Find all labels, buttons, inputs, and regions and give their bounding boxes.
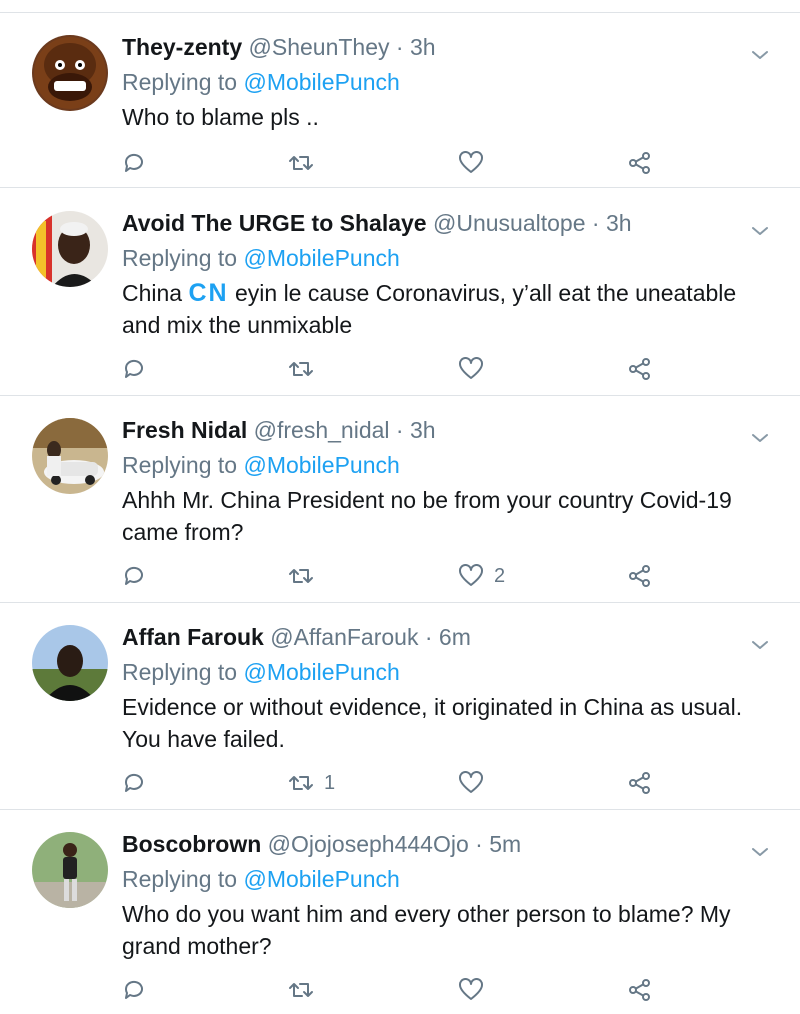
- share-icon: [629, 565, 650, 587]
- retweet-button[interactable]: 1: [288, 769, 335, 797]
- replying-to-label: Replying to: [122, 659, 238, 685]
- separator-dot: ·: [475, 831, 483, 857]
- mention-link[interactable]: @MobilePunch: [243, 245, 399, 271]
- reply-icon: [124, 980, 143, 999]
- like-button[interactable]: [458, 769, 494, 797]
- mention-link[interactable]: @MobilePunch: [243, 866, 399, 892]
- chevron-down-icon[interactable]: [750, 846, 770, 858]
- author-handle[interactable]: @Unusualtope: [433, 210, 586, 236]
- tweet[interactable]: Avoid The URGE to Shalaye @Unusualtope ·…: [0, 189, 800, 396]
- author-handle[interactable]: @fresh_nidal: [254, 417, 390, 443]
- replying-to-label: Replying to: [122, 452, 238, 478]
- reply-button[interactable]: [122, 355, 146, 383]
- retweet-button[interactable]: [288, 149, 324, 177]
- share-button[interactable]: [628, 562, 652, 590]
- replying-to: Replying to @MobilePunch: [122, 655, 760, 689]
- mention-link[interactable]: @MobilePunch: [243, 452, 399, 478]
- share-button[interactable]: [628, 149, 652, 177]
- tweet-text: Who do you want him and every other pers…: [122, 901, 731, 959]
- like-icon: [459, 771, 483, 793]
- share-icon: [629, 772, 650, 794]
- timestamp[interactable]: 3h: [410, 34, 436, 60]
- retweet-count: 1: [324, 771, 336, 794]
- timestamp[interactable]: 6m: [439, 624, 471, 650]
- tweet-text: Who to blame pls ..: [122, 104, 319, 130]
- replying-to: Replying to @MobilePunch: [122, 862, 760, 896]
- chevron-down-icon[interactable]: [750, 225, 770, 237]
- chevron-down-icon[interactable]: [750, 49, 770, 61]
- like-count: 2: [494, 564, 506, 587]
- replying-to-label: Replying to: [122, 866, 238, 892]
- share-icon: [629, 979, 650, 1001]
- retweet-button[interactable]: [288, 562, 324, 590]
- retweet-icon: [289, 776, 313, 790]
- share-button[interactable]: [628, 976, 652, 1004]
- avatar[interactable]: [32, 211, 108, 287]
- retweet-icon: [289, 569, 313, 583]
- avatar[interactable]: [32, 625, 108, 701]
- reply-button[interactable]: [122, 769, 146, 797]
- mention-link[interactable]: @MobilePunch: [243, 659, 399, 685]
- retweet-icon: [289, 156, 313, 170]
- replying-to: Replying to @MobilePunch: [122, 241, 760, 275]
- mention-link[interactable]: @MobilePunch: [243, 69, 399, 95]
- reply-icon: [124, 773, 143, 792]
- like-button[interactable]: [458, 355, 494, 383]
- timestamp[interactable]: 3h: [606, 210, 632, 236]
- reply-icon: [124, 153, 143, 172]
- tweet[interactable]: Affan Farouk @AffanFarouk · 6m Replying …: [0, 603, 800, 810]
- author-handle[interactable]: @SheunThey: [249, 34, 390, 60]
- chevron-down-icon[interactable]: [750, 639, 770, 651]
- separator-dot: ·: [395, 417, 404, 443]
- author-name[interactable]: Affan Farouk: [122, 624, 264, 650]
- like-icon: [459, 978, 483, 1000]
- author-name[interactable]: Fresh Nidal: [122, 417, 247, 443]
- like-icon: [459, 151, 483, 173]
- reply-button[interactable]: [122, 976, 146, 1004]
- retweet-button[interactable]: [288, 976, 324, 1004]
- cn-flag-emoji: CN: [188, 279, 229, 307]
- avatar[interactable]: [32, 832, 108, 908]
- replying-to-label: Replying to: [122, 245, 238, 271]
- avatar[interactable]: [32, 418, 108, 494]
- tweet-text: Ahhh Mr. China President no be from your…: [122, 487, 732, 545]
- avatar[interactable]: [32, 35, 108, 111]
- timestamp[interactable]: 3h: [410, 417, 436, 443]
- share-button[interactable]: [628, 769, 652, 797]
- replying-to: Replying to @MobilePunch: [122, 65, 760, 99]
- author-handle[interactable]: @Ojojoseph444Ojo: [268, 831, 469, 857]
- reply-icon: [124, 566, 143, 585]
- share-icon: [629, 358, 650, 380]
- author-handle[interactable]: @AffanFarouk: [270, 624, 418, 650]
- share-icon: [629, 152, 650, 174]
- author-name[interactable]: Avoid The URGE to Shalaye: [122, 210, 427, 236]
- like-icon: [459, 564, 483, 586]
- retweet-icon: [289, 983, 313, 997]
- reply-button[interactable]: [122, 562, 146, 590]
- author-name[interactable]: Boscobrown: [122, 831, 261, 857]
- chevron-down-icon[interactable]: [750, 432, 770, 444]
- replying-to-label: Replying to: [122, 69, 238, 95]
- replying-to: Replying to @MobilePunch: [122, 448, 760, 482]
- like-button[interactable]: [458, 976, 494, 1004]
- retweet-button[interactable]: [288, 355, 324, 383]
- tweet-text: China CN eyin le cause Coronavirus, y’al…: [122, 277, 760, 341]
- tweet-text-prefix: China: [122, 280, 189, 306]
- tweet-text: Evidence or without evidence, it origina…: [122, 694, 743, 752]
- like-button[interactable]: 2: [458, 562, 505, 590]
- tweet[interactable]: They-zenty @SheunThey · 3h Replying to @…: [0, 13, 800, 188]
- separator-dot: ·: [395, 34, 404, 60]
- tweet[interactable]: Fresh Nidal @fresh_nidal · 3h Replying t…: [0, 396, 800, 603]
- timestamp[interactable]: 5m: [489, 831, 521, 857]
- share-button[interactable]: [628, 355, 652, 383]
- like-icon: [459, 357, 483, 379]
- tweet[interactable]: Boscobrown @Ojojoseph444Ojo · 5m Replyin…: [0, 810, 800, 1014]
- reply-button[interactable]: [122, 149, 146, 177]
- reply-icon: [124, 359, 143, 378]
- like-button[interactable]: [458, 149, 494, 177]
- separator-dot: ·: [424, 624, 433, 650]
- author-name[interactable]: They-zenty: [122, 34, 242, 60]
- separator-dot: ·: [591, 210, 600, 236]
- retweet-icon: [289, 362, 313, 376]
